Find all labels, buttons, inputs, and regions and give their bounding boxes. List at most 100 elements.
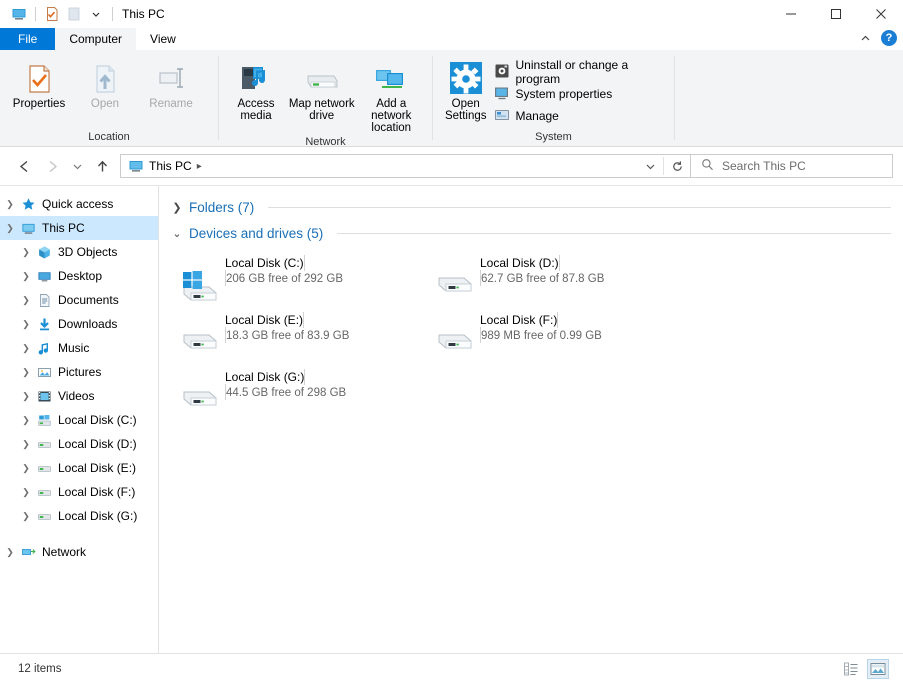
sidebar-label: Desktop [58,269,103,283]
breadcrumb-item-this-pc[interactable]: This PC [149,159,192,173]
uninstall-program-item[interactable]: Uninstall or change a program [492,58,668,86]
system-properties-label: System properties [515,87,613,101]
tab-computer[interactable]: Computer [55,28,137,50]
address-dropdown-button[interactable] [637,155,663,177]
maximize-button[interactable] [813,0,858,28]
tab-view[interactable]: View [136,28,190,50]
music-icon [34,341,54,356]
new-folder-icon[interactable] [63,4,85,24]
minimize-button[interactable] [768,0,813,28]
sidebar-item-local-disk-c[interactable]: ❯ Local Disk (C:) [0,408,158,432]
sidebar-item-videos[interactable]: ❯ Videos [0,384,158,408]
sidebar-item-quick-access[interactable]: ❯ Quick access [0,192,158,216]
large-icons-view-icon[interactable] [867,658,889,679]
drive-tile[interactable]: Local Disk (G:) 44.5 GB free of 298 GB [175,364,430,421]
access-media-button[interactable]: Access media [225,57,287,122]
qat-divider-1 [35,7,36,21]
breadcrumb-chevron-icon[interactable]: ▸ [192,161,207,172]
chevron-right-icon[interactable]: ❯ [18,415,34,426]
sidebar-label: Pictures [58,365,102,379]
chevron-right-icon[interactable]: ❯ [18,271,34,282]
sidebar-item-documents[interactable]: ❯ Documents [0,288,158,312]
group-header-folders[interactable]: ❯ Folders (7) [169,194,903,220]
address-bar: This PC ▸ Search This PC [0,147,903,185]
forward-button[interactable] [38,152,66,180]
chevron-right-icon[interactable]: ❯ [18,511,34,522]
refresh-button[interactable] [664,155,690,177]
chevron-right-icon[interactable]: ❯ [18,247,34,258]
chevron-up-icon[interactable] [857,30,873,46]
chevron-down-icon[interactable]: ❯ [2,223,18,234]
chevron-right-icon[interactable]: ❯ [18,391,34,402]
sidebar-item-3d-objects[interactable]: ❯ 3D Objects [0,240,158,264]
chevron-right-icon[interactable]: ❯ [2,199,18,210]
system-commands-list: Uninstall or change a program System pro… [492,57,668,127]
sidebar-item-music[interactable]: ❯ Music [0,336,158,360]
sidebar-item-pictures[interactable]: ❯ Pictures [0,360,158,384]
chevron-right-icon[interactable]: ❯ [18,319,34,330]
up-button[interactable] [88,152,116,180]
properties-button[interactable]: Properties [6,57,72,110]
manage-item[interactable]: Manage [492,105,668,127]
open-settings-button[interactable]: Open Settings [439,57,492,122]
properties-icon [23,61,55,95]
chevron-right-icon[interactable]: ❯ [171,201,183,214]
open-button[interactable]: Open [72,57,138,110]
window-controls [768,0,903,28]
settings-gear-icon [448,61,484,95]
search-box[interactable]: Search This PC [691,154,893,178]
sidebar-label: Local Disk (F:) [58,485,136,499]
access-media-label: Access media [237,98,275,122]
drive-icon [34,509,54,524]
drive-icon [34,461,54,476]
system-properties-item[interactable]: System properties [492,83,668,105]
qat-divider-2 [112,7,113,21]
group-header-devices-and-drives[interactable]: ⌄ Devices and drives (5) [169,220,903,246]
drive-tile[interactable]: Local Disk (F:) 989 MB free of 0.99 GB [430,307,685,364]
close-button[interactable] [858,0,903,28]
drive-tile[interactable]: Local Disk (E:) 18.3 GB free of 83.9 GB [175,307,430,364]
this-pc-icon[interactable] [8,4,30,24]
chevron-right-icon[interactable]: ❯ [18,367,34,378]
sidebar-item-local-disk-d[interactable]: ❯ Local Disk (D:) [0,432,158,456]
breadcrumb-actions [637,155,690,177]
drive-info: Local Disk (C:) 206 GB free of 292 GB [225,254,430,286]
sidebar-item-downloads[interactable]: ❯ Downloads [0,312,158,336]
drive-usage: 18.3 GB free of 83.9 GB [226,330,350,342]
sidebar-item-desktop[interactable]: ❯ Desktop [0,264,158,288]
chevron-right-icon[interactable]: ❯ [18,463,34,474]
chevron-right-icon[interactable]: ❯ [18,439,34,450]
customize-dropdown-icon[interactable] [85,4,107,24]
videos-icon [34,389,54,404]
search-input[interactable]: Search This PC [722,159,806,173]
chevron-right-icon[interactable]: ❯ [18,295,34,306]
recent-locations-button[interactable] [66,152,88,180]
navigation-pane[interactable]: ❯ Quick access ❯ This PC ❯ 3D Objects ❯ … [0,186,159,653]
drive-name: Local Disk (D:) [480,256,559,270]
back-button[interactable] [10,152,38,180]
map-network-drive-button[interactable]: Map network drive [287,57,357,122]
group-caption-location: Location [88,131,130,143]
chevron-right-icon[interactable]: ❯ [18,487,34,498]
drive-tile[interactable]: Local Disk (D:) 62.7 GB free of 87.8 GB [430,250,685,307]
chevron-right-icon[interactable]: ❯ [18,343,34,354]
rename-button[interactable]: Rename [138,57,204,110]
manage-icon [494,107,510,126]
sidebar-item-local-disk-e[interactable]: ❯ Local Disk (E:) [0,456,158,480]
add-network-location-button[interactable]: Add a network location [356,57,426,134]
sidebar-item-network[interactable]: ❯ Network [0,540,158,564]
sidebar-item-local-disk-f[interactable]: ❯ Local Disk (F:) [0,480,158,504]
drive-icon [34,437,54,452]
properties-icon[interactable] [41,4,63,24]
file-list-pane[interactable]: ❯ Folders (7) ⌄ Devices and drives (5) L… [159,186,903,653]
chevron-right-icon[interactable]: ❯ [2,547,18,558]
help-icon[interactable]: ? [881,30,897,46]
sidebar-item-this-pc[interactable]: ❯ This PC [0,216,158,240]
system-drive-icon [175,254,225,304]
tab-file[interactable]: File [0,28,56,50]
drive-tile[interactable]: Local Disk (C:) 206 GB free of 292 GB [175,250,430,307]
sidebar-item-local-disk-g[interactable]: ❯ Local Disk (G:) [0,504,158,528]
chevron-down-icon[interactable]: ⌄ [171,227,183,240]
breadcrumb-bar[interactable]: This PC ▸ [120,154,691,178]
details-view-icon[interactable] [840,659,862,679]
